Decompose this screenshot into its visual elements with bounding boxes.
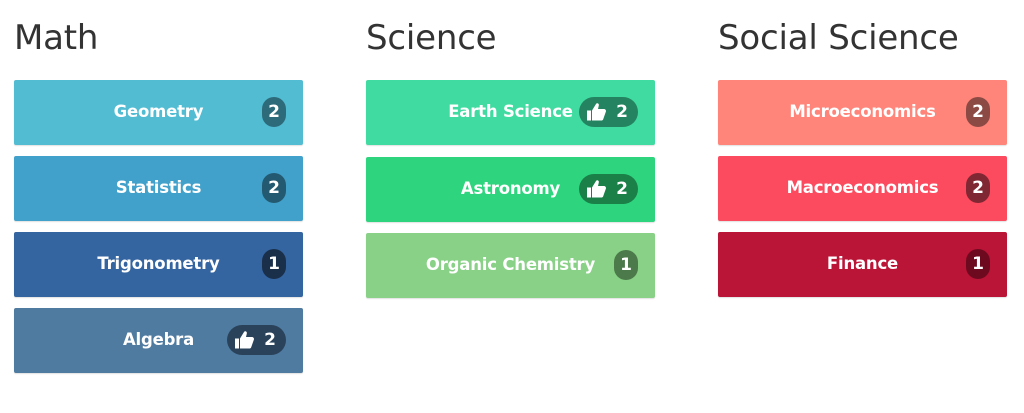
count-value: 2 [268,102,280,122]
count-badge: 1 [614,250,638,280]
subject-tile-trigonometry[interactable]: Trigonometry 1 [14,232,303,297]
count-badge: 2 [262,173,286,203]
subject-tile-organic-chemistry[interactable]: Organic Chemistry 1 [366,233,655,298]
count-value: 2 [616,179,628,199]
like-count-badge: 2 [579,97,638,127]
count-value: 1 [268,254,280,274]
subject-tile-statistics[interactable]: Statistics 2 [14,156,303,221]
count-value: 2 [972,102,984,122]
thumbs-up-icon [235,331,255,349]
column-heading-social-science: Social Science [718,18,959,58]
count-value: 2 [264,330,276,350]
count-badge: 2 [966,97,990,127]
subject-tile-algebra[interactable]: Algebra 2 [14,308,303,373]
like-count-badge: 2 [579,174,638,204]
count-badge: 2 [966,173,990,203]
subject-label: Statistics [115,178,202,197]
subject-tile-earth-science[interactable]: Earth Science 2 [366,80,655,145]
subject-label: Finance [826,254,899,273]
subject-tile-macroeconomics[interactable]: Macroeconomics 2 [718,156,1007,221]
thumbs-up-icon [587,180,607,198]
count-value: 1 [972,254,984,274]
subject-tile-astronomy[interactable]: Astronomy 2 [366,157,655,222]
count-value: 2 [268,178,280,198]
subjects-board: Math Geometry 2 Statistics 2 Trigonometr… [0,0,1024,413]
subject-label: Geometry [113,102,204,121]
count-value: 2 [616,102,628,122]
subject-label: Microeconomics [789,102,936,121]
count-value: 1 [620,255,632,275]
count-value: 2 [972,178,984,198]
subject-label: Trigonometry [97,254,220,273]
subject-label: Organic Chemistry [425,255,596,274]
subject-tile-geometry[interactable]: Geometry 2 [14,80,303,145]
count-badge: 2 [262,97,286,127]
subject-tile-microeconomics[interactable]: Microeconomics 2 [718,80,1007,145]
column-heading-science: Science [366,18,497,58]
column-heading-math: Math [14,18,99,58]
count-badge: 1 [966,249,990,279]
thumbs-up-icon [587,103,607,121]
count-badge: 1 [262,249,286,279]
subject-label: Macroeconomics [786,178,939,197]
like-count-badge: 2 [227,325,286,355]
subject-tile-finance[interactable]: Finance 1 [718,232,1007,297]
